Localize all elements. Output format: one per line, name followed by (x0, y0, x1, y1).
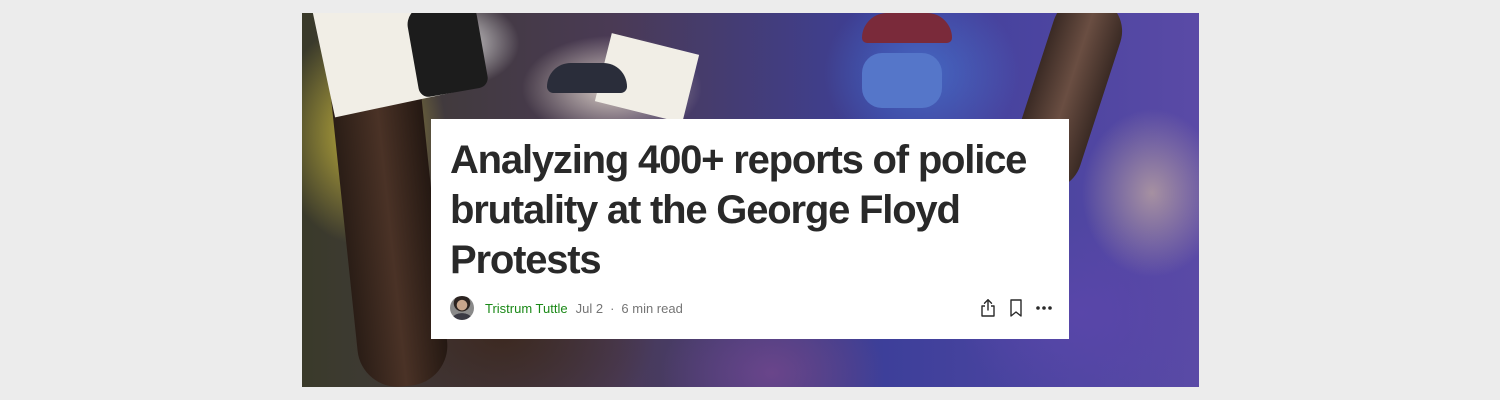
more-button[interactable] (1033, 297, 1055, 319)
hero-face-mask (862, 53, 942, 108)
bookmark-icon (1010, 299, 1022, 317)
author-link[interactable]: Tristrum Tuttle (485, 301, 568, 316)
article-title[interactable]: Analyzing 400+ reports of police brutali… (450, 135, 1060, 285)
meta-separator: · (610, 300, 615, 316)
read-time: 6 min read (621, 300, 683, 316)
author-avatar[interactable] (450, 296, 474, 320)
hero-cap (862, 13, 952, 43)
hero-fist-graphic (404, 13, 490, 99)
article-meta: Tristrum Tuttle Jul 2 · 6 min read (450, 296, 683, 320)
share-button[interactable] (977, 297, 999, 319)
bookmark-button[interactable] (1005, 297, 1027, 319)
page: Analyzing 400+ reports of police brutali… (0, 0, 1500, 400)
more-icon (1036, 306, 1052, 310)
hero-bandana (547, 63, 627, 93)
article-actions (971, 297, 1055, 319)
publish-date: Jul 2 (575, 300, 604, 316)
share-icon (981, 299, 995, 317)
article-card[interactable]: Analyzing 400+ reports of police brutali… (431, 119, 1069, 339)
